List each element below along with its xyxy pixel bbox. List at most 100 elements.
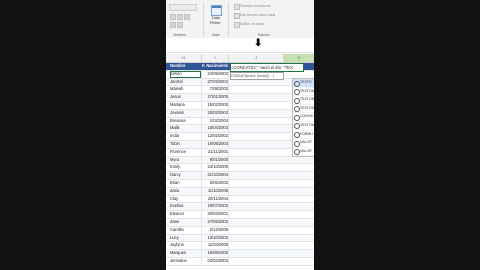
autocomplete-item[interactable]: TEXTO [293, 79, 314, 88]
cell-date[interactable]: 27/02/2004 [202, 79, 229, 86]
cell-name[interactable]: Darcy [170, 172, 201, 179]
autocomplete-item[interactable]: FORMU [293, 131, 314, 140]
cell-name[interactable]: Emily [170, 164, 201, 171]
cell-date[interactable]: 25/03/2003 [202, 110, 229, 117]
column-header-i[interactable]: I [202, 54, 229, 62]
group-label-date: Date [212, 33, 220, 37]
cell-name[interactable]: Jermaine [170, 258, 201, 265]
cell-name[interactable]: Jaylynn [170, 242, 201, 249]
cell-date[interactable]: 12/02/2002 [202, 133, 229, 140]
cell-date[interactable]: 16/08/2000 [202, 250, 229, 257]
table-row: Marques 16/08/2000 [166, 250, 314, 258]
grid-line [228, 117, 229, 125]
cell-name[interactable]: Tobin [170, 141, 201, 148]
grid-line [228, 211, 229, 218]
autocomplete-item[interactable]: TEXTOD [293, 105, 314, 114]
cell-name[interactable]: Jesus [170, 94, 201, 101]
formula-edit-cell[interactable]: =CONCAT(I2;" nació el día ";TEX [230, 63, 304, 72]
picker-button-label[interactable]: Picker [210, 21, 221, 25]
cell-date[interactable]: 1/02/2004 [202, 118, 228, 125]
cell-name[interactable]: Jovanni [170, 110, 201, 117]
cell-date[interactable]: 20/11/2004 [202, 196, 228, 203]
column-header-h[interactable]: H [166, 54, 202, 62]
cell-date[interactable]: 02/02/2003 [202, 258, 229, 265]
cell-date[interactable]: 13/10/2002 [202, 235, 229, 242]
autocomplete-item[interactable]: VALOR [293, 139, 314, 148]
date-button-label[interactable]: Date [212, 16, 220, 20]
cell-name[interactable]: Jaritzel [170, 79, 201, 86]
table-row: Zane 27/05/2002 [166, 218, 314, 227]
cell-name[interactable]: Clay [170, 196, 201, 203]
autocomplete-item-label: TEXTOD [300, 105, 314, 110]
table-row: Camilla 2/12/2005 [166, 226, 314, 235]
autocomplete-item[interactable]: TEXTOB [293, 96, 314, 105]
cell-name[interactable]: Mariana [170, 102, 201, 109]
cell-name[interactable]: Camilla [170, 227, 201, 234]
cell-name[interactable]: Zane [170, 219, 201, 226]
autocomplete-item[interactable]: VALOR [293, 148, 314, 157]
header-name[interactable]: Nombre [170, 63, 201, 70]
cell-date[interactable]: 27/05/2002 [202, 219, 229, 226]
grid-line [228, 218, 229, 226]
calendar-icon[interactable] [211, 5, 222, 16]
cell-date[interactable]: 20/03/2001 [202, 211, 229, 218]
spreadsheet-window: Número Date Picker Date Formato condicio… [166, 0, 314, 270]
currency-icon[interactable] [170, 14, 176, 20]
grid-line [228, 172, 229, 179]
comma-icon[interactable] [184, 14, 190, 20]
cell-name[interactable]: Marques [170, 250, 201, 257]
ribbon-item-table[interactable]: Dar formato como tabla [240, 13, 275, 17]
cell-date[interactable]: 23/10/2000 [202, 164, 229, 171]
cell-name[interactable]: Lucy [170, 235, 201, 242]
cell-date[interactable]: 15/04/2003 [202, 125, 229, 132]
arrow-down-icon: ⬇ [254, 38, 263, 49]
cell-name[interactable]: Brian [170, 180, 201, 187]
cell-date[interactable]: 15/02/2000 [202, 102, 229, 109]
ribbon-item-styles[interactable]: Estilos de celda [240, 22, 264, 26]
cell-date[interactable]: 11/10/2005 [202, 188, 228, 195]
autocomplete-dropdown[interactable]: TEXTO TEXTOAN TEXTOB TEXTOD CONVIE TEXTOA FORM… [292, 78, 314, 158]
cell-name[interactable]: Evelina [170, 203, 201, 210]
cell-name[interactable]: India [170, 133, 201, 140]
cell-date[interactable]: 31/10/2004 [202, 172, 229, 179]
cell-name[interactable]: Myra [170, 157, 201, 164]
autocomplete-item[interactable]: TEXTOA [293, 122, 314, 131]
table-row: Evelina 19/07/2002 [166, 203, 314, 212]
cell-date[interactable]: 21/11/2001 [202, 149, 228, 156]
cell-date[interactable]: 8/01/2000 [202, 157, 228, 164]
cell-date[interactable]: 11/04/2000 [202, 242, 228, 249]
cell-name[interactable]: Eleanor [170, 211, 201, 218]
autocomplete-item[interactable]: TEXTOAN [293, 88, 314, 97]
table-row: Emily 23/10/2000 [166, 164, 314, 173]
ribbon-item-conditional[interactable]: Formato condicional [240, 4, 271, 8]
cell-date[interactable]: 19/07/2002 [202, 203, 229, 210]
autocomplete-item[interactable]: CONVIE [293, 113, 314, 122]
cell-date[interactable]: 27/01/2005 [202, 94, 229, 101]
cell-date[interactable]: 6/05/2002 [202, 180, 228, 187]
cell-name[interactable]: Florence [170, 149, 201, 156]
grid-line [228, 140, 229, 148]
percent-icon[interactable] [177, 14, 183, 20]
column-header-k[interactable]: K [284, 54, 314, 62]
cell-date[interactable]: 2/12/2005 [202, 227, 228, 234]
ribbon-separator [203, 2, 204, 37]
cell-name[interactable]: Malik [170, 125, 201, 132]
grid-line [228, 70, 229, 78]
decrease-decimal-icon[interactable] [177, 22, 183, 28]
cell-date[interactable]: 24/09/2003 [202, 71, 229, 78]
cell-date[interactable]: 16/09/2003 [202, 141, 229, 148]
column-header-j[interactable]: J [229, 54, 284, 62]
header-date[interactable]: F. Nacimiento [202, 63, 228, 70]
number-format-dropdown[interactable] [169, 4, 197, 11]
grid-line [228, 187, 229, 195]
cell-name[interactable]: Breanna [170, 118, 201, 125]
autocomplete-item-label: TEXTOAN [300, 88, 314, 93]
formula-bar[interactable]: ⬇ [166, 38, 314, 53]
cell-name[interactable]: Simon [170, 70, 201, 78]
grid-line [228, 203, 229, 211]
ribbon-separator [228, 2, 229, 37]
increase-decimal-icon[interactable] [170, 22, 176, 28]
cell-name[interactable]: Zaria [170, 188, 201, 195]
cell-name[interactable]: Maleah [170, 86, 201, 93]
cell-date[interactable]: 7/08/2002 [202, 86, 228, 93]
